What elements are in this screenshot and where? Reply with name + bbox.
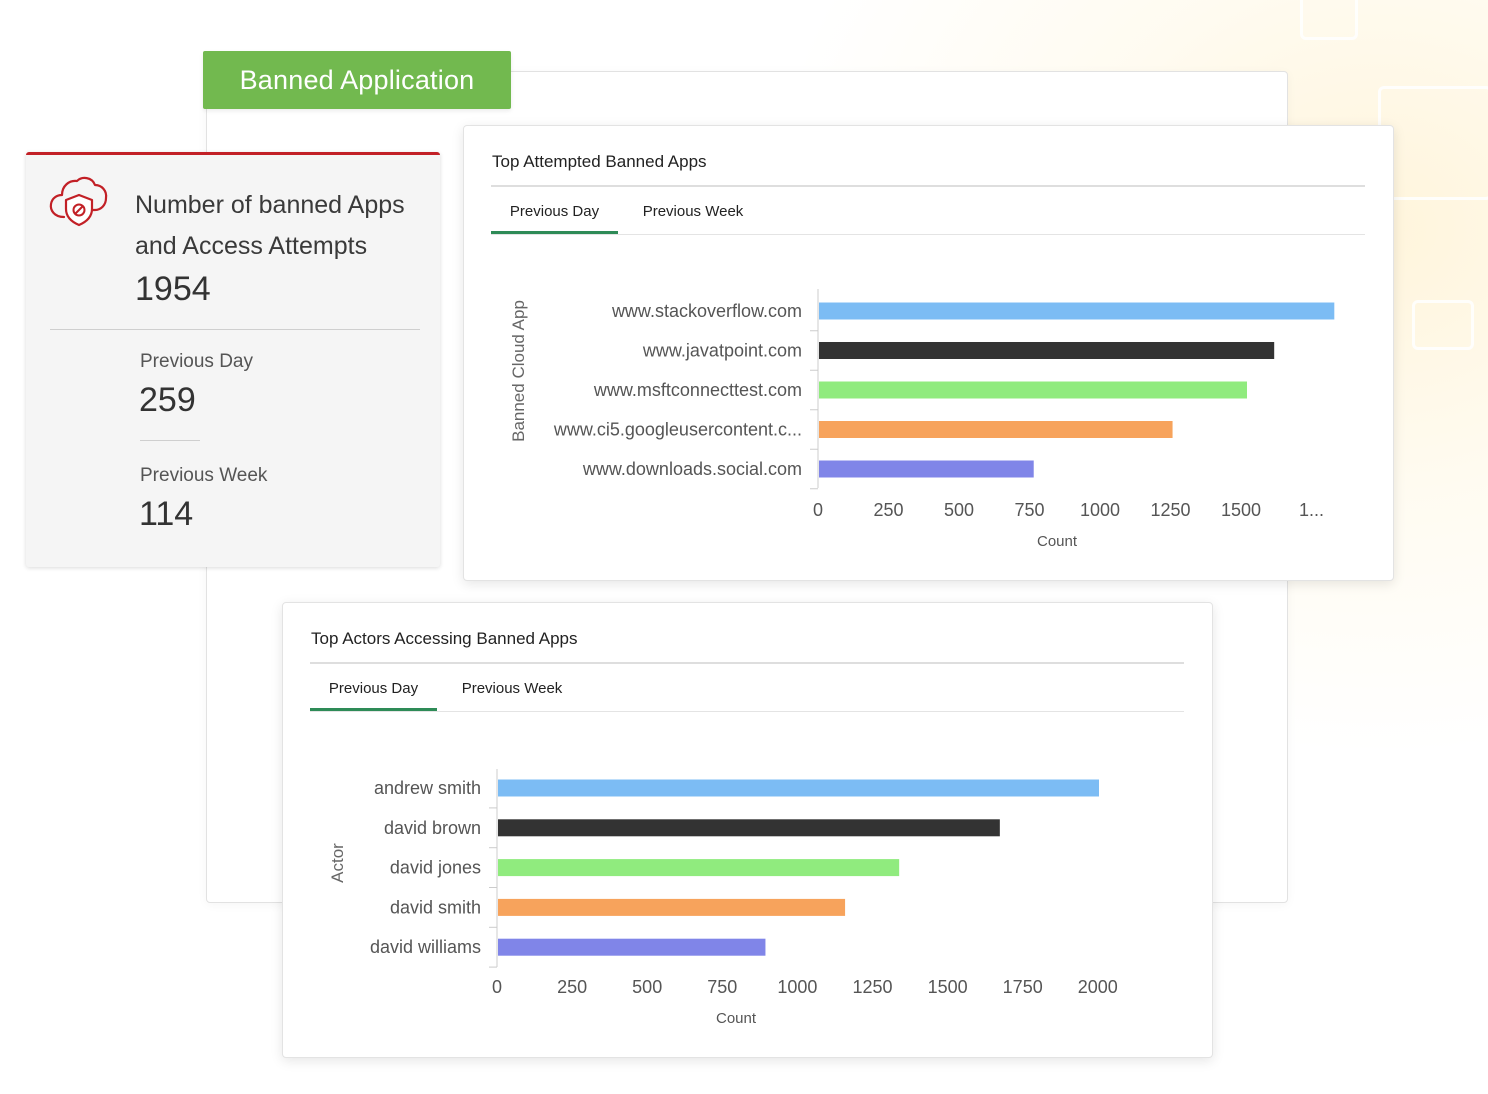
category-label: david williams bbox=[370, 937, 481, 957]
top-actors-chart: andrew smith david brown david jones david … bbox=[328, 769, 1118, 1027]
bar bbox=[819, 421, 1173, 438]
top-apps-card: Top Attempted Banned Apps Previous Day P… bbox=[463, 125, 1394, 581]
x-tick-label: 1... bbox=[1299, 500, 1324, 520]
banner-title: Banned Application bbox=[203, 51, 511, 109]
decor-square bbox=[1412, 300, 1474, 350]
x-tick-label: 750 bbox=[707, 977, 737, 997]
category-label: www.msftconnecttest.com bbox=[593, 380, 802, 400]
bar bbox=[819, 381, 1247, 399]
x-tick-label: 1250 bbox=[852, 977, 892, 997]
x-tick-label: 1500 bbox=[1221, 500, 1261, 520]
top-actors-card: Top Actors Accessing Banned Apps Previou… bbox=[282, 602, 1213, 1058]
top-apps-chart: www.stackoverflow.com www.javatpoint.com w… bbox=[509, 289, 1335, 550]
x-tick-label: 1250 bbox=[1150, 500, 1190, 520]
x-axis-title: Count bbox=[716, 1010, 757, 1027]
bar bbox=[819, 342, 1275, 359]
bar bbox=[498, 859, 900, 877]
y-axis-title: Actor bbox=[328, 843, 347, 883]
x-tick-label: 1750 bbox=[1003, 977, 1043, 997]
stats-title: Number of banned Apps and Access Attempt… bbox=[135, 191, 405, 260]
category-label: www.stackoverflow.com bbox=[611, 301, 802, 321]
previous-week-label: Previous Week bbox=[140, 465, 268, 486]
decor-square bbox=[1300, 0, 1358, 40]
bar bbox=[498, 938, 766, 956]
category-label: david smith bbox=[390, 897, 481, 917]
divider bbox=[140, 440, 200, 441]
category-label: andrew smith bbox=[374, 778, 481, 798]
category-label: david jones bbox=[390, 858, 481, 878]
y-axis-title: Banned Cloud App bbox=[509, 300, 528, 442]
x-tick-label: 1000 bbox=[1080, 500, 1120, 520]
divider bbox=[50, 329, 420, 330]
bar bbox=[498, 779, 1099, 797]
previous-day-value: 259 bbox=[139, 381, 196, 419]
stats-total-value: 1954 bbox=[135, 270, 211, 308]
stats-card: Number of banned Apps and Access Attempt… bbox=[26, 152, 440, 567]
x-tick-label: 250 bbox=[557, 977, 587, 997]
bar bbox=[498, 898, 846, 916]
category-label: www.ci5.googleusercontent.c... bbox=[553, 420, 802, 440]
cloud-shield-icon bbox=[48, 173, 110, 234]
x-tick-label: 500 bbox=[632, 977, 662, 997]
bar bbox=[819, 460, 1034, 478]
x-tick-label: 1000 bbox=[777, 977, 817, 997]
bar bbox=[819, 302, 1335, 320]
x-tick-label: 750 bbox=[1014, 500, 1044, 520]
category-label: www.javatpoint.com bbox=[642, 341, 802, 361]
category-label: www.downloads.social.com bbox=[582, 459, 802, 479]
x-axis-title: Count bbox=[1037, 533, 1078, 550]
x-tick-label: 2000 bbox=[1078, 977, 1118, 997]
x-tick-label: 1500 bbox=[928, 977, 968, 997]
previous-day-label: Previous Day bbox=[140, 351, 253, 372]
x-tick-label: 250 bbox=[873, 500, 903, 520]
x-tick-label: 0 bbox=[813, 500, 823, 520]
decor-square bbox=[1378, 86, 1488, 200]
previous-week-value: 114 bbox=[139, 495, 194, 533]
category-label: david brown bbox=[384, 818, 481, 838]
x-tick-label: 0 bbox=[492, 977, 502, 997]
x-tick-label: 500 bbox=[944, 500, 974, 520]
bar bbox=[498, 819, 1000, 837]
